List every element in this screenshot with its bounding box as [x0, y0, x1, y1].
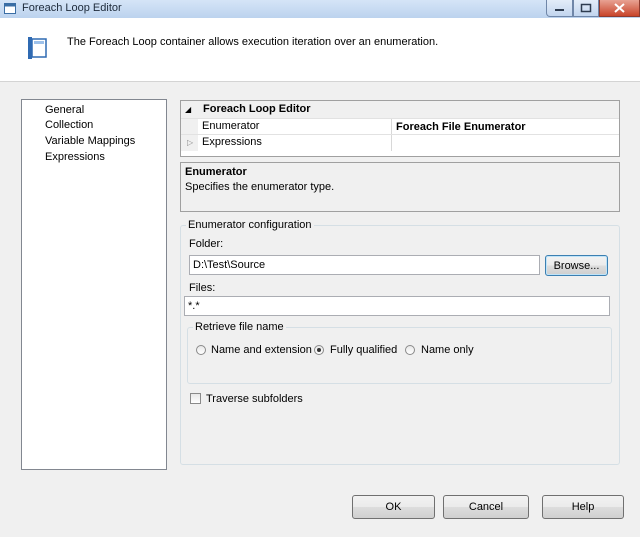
nav-item-collection[interactable]: Collection	[44, 118, 94, 132]
files-input[interactable]	[184, 296, 610, 316]
property-row-enumerator[interactable]: Enumerator Foreach File Enumerator	[181, 118, 619, 135]
radio-name-only[interactable]	[405, 345, 415, 355]
cancel-button[interactable]: Cancel	[443, 495, 529, 519]
maximize-button[interactable]	[573, 0, 599, 17]
help-button[interactable]: Help	[542, 495, 624, 519]
help-title: Enumerator	[185, 166, 247, 178]
radio-name-and-extension[interactable]	[196, 345, 206, 355]
property-help-panel: Enumerator Specifies the enumerator type…	[180, 162, 620, 212]
nav-item-expressions[interactable]: Expressions	[44, 150, 106, 164]
dialog-header: The Foreach Loop container allows execut…	[0, 18, 640, 82]
ok-button[interactable]: OK	[352, 495, 435, 519]
app-icon	[4, 3, 16, 14]
property-name: Expressions	[202, 136, 262, 148]
traverse-subfolders-label[interactable]: Traverse subfolders	[206, 393, 303, 405]
minimize-button[interactable]	[546, 0, 573, 17]
option-name-and-extension[interactable]: Name and extension	[211, 344, 312, 356]
expand-arrow-icon[interactable]: ▷	[187, 138, 193, 147]
category-label: Foreach Loop Editor	[203, 103, 311, 115]
option-fully-qualified[interactable]: Fully qualified	[330, 344, 397, 356]
property-row-expressions[interactable]: ▷ Expressions	[181, 134, 619, 151]
close-icon	[614, 3, 625, 13]
help-text: Specifies the enumerator type.	[185, 181, 335, 193]
foreach-container-icon	[26, 36, 48, 63]
nav-item-variable-mappings[interactable]: Variable Mappings	[44, 134, 136, 148]
expressions-value[interactable]	[391, 135, 619, 151]
files-label: Files:	[189, 282, 216, 294]
radio-fully-qualified[interactable]	[314, 345, 324, 355]
retrieve-label: Retrieve file name	[193, 321, 286, 333]
group-label: Enumerator configuration	[186, 219, 314, 231]
folder-input[interactable]	[189, 255, 540, 275]
property-name: Enumerator	[202, 120, 260, 132]
nav-item-general[interactable]: General	[44, 103, 85, 117]
browse-button[interactable]: Browse...	[545, 255, 608, 276]
minimize-icon	[555, 9, 564, 11]
title-bar: Foreach Loop Editor	[0, 0, 640, 19]
property-grid: ◢ Foreach Loop Editor Enumerator Foreach…	[180, 100, 620, 157]
collapse-triangle-icon[interactable]: ◢	[185, 105, 191, 114]
close-button[interactable]	[599, 0, 640, 17]
page-list: General Collection Variable Mappings Exp…	[21, 99, 167, 470]
traverse-subfolders-checkbox[interactable]	[190, 393, 201, 404]
option-name-only[interactable]: Name only	[421, 344, 474, 356]
property-category[interactable]: ◢ Foreach Loop Editor	[181, 101, 619, 118]
folder-label: Folder:	[189, 238, 224, 250]
enumerator-value[interactable]: Foreach File Enumerator	[391, 119, 619, 135]
maximize-icon	[580, 3, 592, 13]
window-title: Foreach Loop Editor	[22, 2, 122, 14]
header-description: The Foreach Loop container allows execut…	[67, 36, 439, 48]
